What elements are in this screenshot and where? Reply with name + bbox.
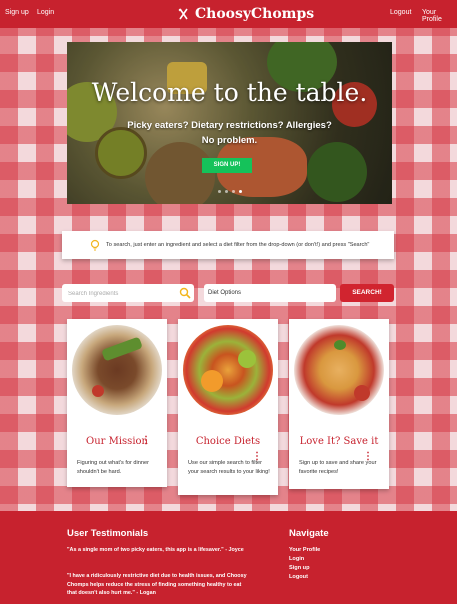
footer-nav-login[interactable]: Login [289, 556, 304, 562]
brand-logo[interactable]: ChoosyChomps [178, 4, 314, 24]
card-text: Figuring out what's for dinner shouldn't… [77, 460, 149, 475]
carousel-dot-active[interactable] [238, 190, 242, 193]
fruit-bowl-image [183, 325, 273, 415]
fork-knife-icon [178, 8, 188, 20]
search-button[interactable]: SEARCH! [340, 284, 394, 302]
testimonial-quote: "I have a ridiculously restrictive diet … [67, 573, 247, 596]
card-menu-icon[interactable]: ⋮ [141, 435, 151, 446]
profile-link[interactable]: Your Profile [422, 9, 457, 23]
navigate-heading: Navigate [289, 528, 329, 539]
testimonial-quote: "As a single mom of two picky eaters, th… [67, 547, 244, 553]
hero-carousel[interactable]: Welcome to the table. Picky eaters? Diet… [67, 42, 392, 204]
search-icon[interactable] [179, 287, 191, 299]
footer-nav-logout[interactable]: Logout [289, 574, 308, 580]
footer-nav-profile[interactable]: Your Profile [289, 547, 320, 553]
top-navbar: Sign up Login ChoosyChomps Logout Your P… [0, 0, 457, 28]
hero-title: Welcome to the table. [91, 78, 368, 107]
search-box [62, 284, 194, 302]
card-title: Our Mission [86, 436, 148, 447]
card-text: Sign up to save and share your favorite … [299, 460, 377, 475]
card-text: Use our simple search to filter your sea… [188, 460, 270, 475]
card-title: Choice Diets [195, 436, 261, 447]
search-input[interactable] [66, 286, 178, 302]
brand-name: ChoosyChomps [195, 6, 315, 22]
footer-nav-signup[interactable]: Sign up [289, 565, 310, 571]
logout-link[interactable]: Logout [390, 9, 411, 16]
hero-signup-button[interactable]: SIGN UP! [202, 158, 252, 173]
carousel-dot[interactable] [217, 190, 221, 193]
testimonials-heading: User Testimonials [67, 528, 149, 539]
lightbulb-icon [90, 239, 100, 251]
signup-link[interactable]: Sign up [5, 9, 29, 16]
carousel-indicators [67, 186, 392, 195]
footer: User Testimonials "As a single mom of tw… [0, 511, 457, 604]
carousel-dot[interactable] [231, 190, 235, 193]
search-hint-box: To search, just enter an ingredient and … [62, 231, 394, 259]
login-link[interactable]: Login [37, 9, 54, 16]
diet-options-select[interactable]: Diet Options [204, 284, 336, 302]
carousel-dot[interactable] [224, 190, 228, 193]
search-hint-text: To search, just enter an ingredient and … [106, 242, 370, 248]
card-title: Love It? Save it [299, 436, 379, 447]
card-our-mission: Our Mission ⋮ Figuring out what's for di… [67, 319, 167, 487]
waffles-image [294, 325, 384, 415]
hero-subtitle: Picky eaters? Dietary restrictions? Alle… [67, 118, 392, 148]
card-choice-diets: Choice Diets ⋮ Use our simple search to … [178, 319, 278, 495]
hero-subtitle-line: No problem. [201, 135, 258, 146]
card-love-it: Love It? Save it ⋮ Sign up to save and s… [289, 319, 389, 489]
steak-dish-image [72, 325, 162, 415]
hero-subtitle-line: Picky eaters? Dietary restrictions? Alle… [127, 120, 332, 131]
